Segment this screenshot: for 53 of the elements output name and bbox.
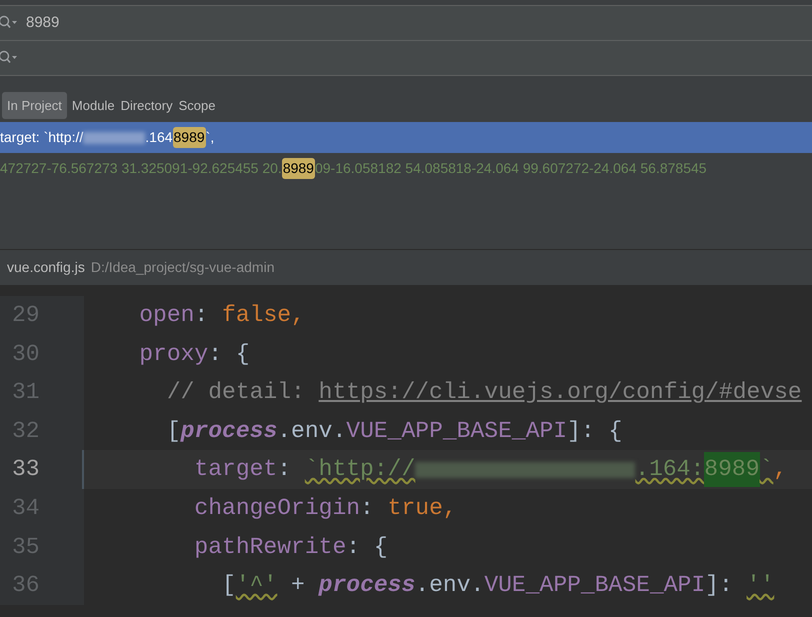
code-token: [	[221, 571, 236, 600]
blurred-redaction	[83, 132, 146, 144]
code-token: process	[180, 416, 278, 446]
scope-tab[interactable]: In Project	[2, 92, 67, 119]
file-name: vue.config.js	[7, 258, 85, 277]
code-token: [	[166, 416, 181, 446]
code-token: VUE_APP_BASE_API	[484, 571, 706, 600]
code-token: 8989	[704, 452, 760, 487]
filter-field[interactable]	[0, 41, 812, 76]
result-text: target: `http://	[0, 128, 84, 147]
result-row[interactable]: target: `http:// .1648989`,	[0, 122, 812, 153]
code-token: ,	[773, 455, 788, 484]
code-token: .164:	[635, 455, 704, 484]
scope-tab[interactable]: Directory	[120, 92, 174, 119]
code-token: target	[193, 455, 278, 484]
code-token: '^'	[236, 571, 278, 600]
code-token: :	[277, 455, 292, 484]
search-field[interactable]: 8989	[0, 6, 812, 41]
code-token: false,	[222, 301, 305, 330]
match-highlight: 8989	[282, 158, 315, 179]
code-token: +	[290, 571, 306, 600]
code-token: ]: {	[567, 416, 622, 446]
code-token: process	[318, 571, 416, 600]
scope-tab[interactable]: Scope	[178, 92, 216, 119]
code-token: // detail:	[166, 378, 306, 408]
file-path: D:/Idea_project/sg-vue-admin	[90, 258, 274, 277]
code-token: .env.	[415, 571, 484, 600]
search-query: 8989	[26, 12, 60, 33]
code-token: `http://	[304, 455, 416, 484]
code-token: `	[760, 455, 774, 484]
scope-tab[interactable]: Module	[70, 92, 116, 119]
match-highlight: 8989	[172, 127, 206, 148]
code-token: :	[194, 301, 210, 330]
result-text: `,	[206, 128, 214, 147]
result-text: 472727-76.567273 31.325091-92.625455 20.	[0, 159, 282, 178]
search-icon[interactable]	[0, 15, 18, 31]
code-token: true,	[388, 494, 457, 524]
code-link[interactable]: https://cli.vuejs.org/config/#devse	[318, 375, 802, 410]
code-token: : {	[208, 340, 250, 369]
code-token: ]:	[705, 571, 734, 600]
code-token: pathRewrite	[193, 532, 346, 562]
result-text: 09-16.058182 54.085818-24.064 99.607272-24.064 56.878545	[314, 159, 707, 178]
code-token: :	[360, 494, 375, 524]
code-token: proxy	[138, 340, 208, 369]
line-number: 33	[12, 455, 40, 484]
code-token: VUE_APP_BASE_API	[346, 416, 568, 446]
code-token: .env.	[277, 416, 346, 446]
search-icon[interactable]	[0, 50, 18, 66]
code-token: changeOrigin	[193, 494, 360, 524]
code-token: open	[138, 301, 194, 330]
code-token: ''	[746, 571, 774, 600]
code-token: : {	[346, 532, 388, 562]
result-text: .164	[145, 128, 173, 147]
